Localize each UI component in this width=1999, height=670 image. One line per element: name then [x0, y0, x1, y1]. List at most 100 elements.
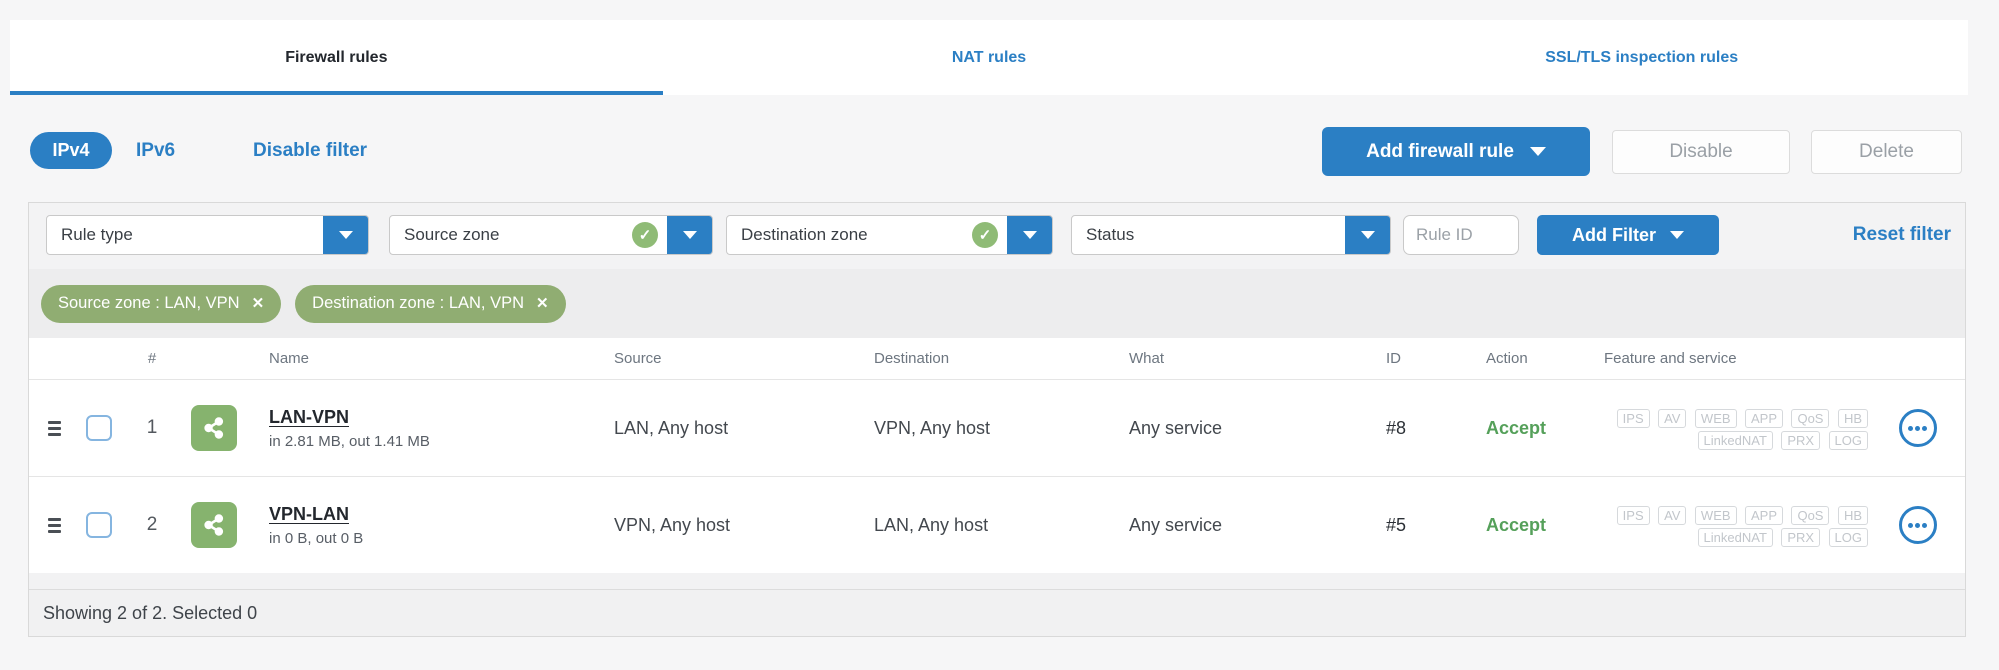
feature-badge: QoS	[1791, 409, 1830, 428]
destination-zone-dropdown[interactable]: Destination zone ✓	[726, 215, 1053, 255]
rule-id: #8	[1386, 417, 1407, 438]
dropdown-toggle-button[interactable]	[667, 216, 712, 254]
table-header-row: # Name Source Destination What ID Action…	[29, 338, 1965, 379]
share-icon	[204, 514, 224, 536]
feature-badges: IPS AV WEB APP QoS HB LinkedNAT PRX LOG	[1564, 503, 1870, 547]
rule-action: Accept	[1486, 417, 1547, 438]
active-filter-chips: Source zone : LAN, VPN ✕ Destination zon…	[29, 269, 1965, 338]
source-zone-dropdown[interactable]: Source zone ✓	[389, 215, 713, 255]
table-footer-spacer	[29, 573, 1965, 589]
rule-source: VPN, Any host	[614, 514, 731, 535]
row-number: 2	[146, 514, 158, 535]
feature-badge: APP	[1745, 409, 1784, 428]
firewall-rules-table: # Name Source Destination What ID Action…	[29, 338, 1965, 573]
dropdown-toggle-button[interactable]	[1345, 216, 1390, 254]
ipv6-toggle[interactable]: IPv6	[136, 132, 175, 169]
rule-id-input[interactable]	[1403, 215, 1519, 255]
header-name: Name	[269, 350, 310, 367]
header-feature-and-service: Feature and service	[1604, 350, 1737, 367]
rule-type-dropdown[interactable]: Rule type	[46, 215, 369, 255]
tab-nat-rules[interactable]: NAT rules	[663, 20, 1316, 95]
header-destination: Destination	[874, 350, 950, 367]
chevron-down-icon	[1023, 231, 1037, 239]
rule-name-link[interactable]: VPN-LAN	[269, 504, 349, 525]
feature-badge: WEB	[1694, 506, 1737, 525]
add-firewall-rule-label: Add firewall rule	[1366, 140, 1514, 162]
chevron-down-icon	[1361, 231, 1375, 239]
network-rule-icon	[191, 405, 237, 451]
row-menu-ellipsis-icon[interactable]	[1898, 409, 1937, 447]
feature-badges: IPS AV WEB APP QoS HB LinkedNAT PRX LOG	[1564, 406, 1870, 450]
tab-label: Firewall rules	[285, 48, 388, 66]
drag-handle-icon[interactable]	[48, 420, 61, 436]
rule-what: Any service	[1129, 514, 1223, 535]
network-rule-icon	[191, 502, 237, 548]
filter-applied-check-icon: ✓	[632, 222, 658, 248]
header-action: Action	[1486, 350, 1528, 367]
feature-badge: HB	[1837, 409, 1868, 428]
row-checkbox[interactable]	[86, 415, 112, 441]
rule-destination: VPN, Any host	[874, 417, 991, 438]
chip-label: Destination zone : LAN, VPN	[312, 294, 525, 312]
rule-type-tabbar: Firewall rules NAT rules SSL/TLS inspect…	[10, 20, 1968, 95]
add-firewall-rule-button[interactable]: Add firewall rule	[1322, 127, 1590, 176]
feature-badge: LinkedNAT	[1697, 431, 1773, 450]
feature-badge: LOG	[1828, 528, 1868, 547]
disable-button[interactable]: Disable	[1612, 130, 1790, 174]
dropdown-label: Rule type	[61, 225, 133, 244]
chevron-down-icon	[339, 231, 353, 239]
tab-ssl-tls-inspection-rules[interactable]: SSL/TLS inspection rules	[1315, 20, 1968, 95]
rule-traffic-stats: in 0 B, out 0 B	[269, 529, 364, 547]
rule-destination: LAN, Any host	[874, 514, 989, 535]
feature-badge: PRX	[1781, 528, 1821, 547]
feature-badge: LinkedNAT	[1697, 528, 1773, 547]
remove-filter-icon[interactable]: ✕	[252, 296, 265, 311]
rule-what: Any service	[1129, 417, 1223, 438]
feature-badge: PRX	[1781, 431, 1821, 450]
filter-bar: Rule type Source zone ✓ Destination zone…	[29, 203, 1965, 269]
table-summary: Showing 2 of 2. Selected 0	[29, 589, 1965, 636]
remove-filter-icon[interactable]: ✕	[536, 296, 549, 311]
reset-filter-link[interactable]: Reset filter	[1853, 215, 1951, 255]
feature-badge: AV	[1658, 506, 1687, 525]
feature-badge: IPS	[1616, 506, 1650, 525]
drag-handle-icon[interactable]	[48, 517, 61, 533]
status-dropdown[interactable]: Status	[1071, 215, 1391, 255]
filter-chip-source-zone: Source zone : LAN, VPN ✕	[41, 284, 282, 323]
ipv4-toggle[interactable]: IPv4	[30, 132, 112, 169]
header-source: Source	[614, 350, 662, 367]
delete-button[interactable]: Delete	[1811, 130, 1962, 174]
share-icon	[204, 417, 224, 439]
chevron-down-icon	[1529, 147, 1546, 156]
header-what: What	[1129, 350, 1165, 367]
dropdown-toggle-button[interactable]	[1007, 216, 1052, 254]
tab-label: SSL/TLS inspection rules	[1545, 48, 1739, 66]
table-row: 2 VPN-LAN in 0 B, out 0 B VPN, Any host …	[29, 476, 1965, 573]
row-number: 1	[146, 417, 158, 438]
filter-applied-check-icon: ✓	[972, 222, 998, 248]
header-id: ID	[1386, 350, 1401, 367]
feature-badge: LOG	[1828, 431, 1868, 450]
active-tab-underline	[10, 91, 663, 95]
dropdown-toggle-button[interactable]	[323, 216, 368, 254]
tab-label: NAT rules	[951, 48, 1027, 66]
rule-action: Accept	[1486, 514, 1547, 535]
feature-badge: IPS	[1616, 409, 1650, 428]
add-filter-button[interactable]: Add Filter	[1537, 215, 1719, 255]
dropdown-label: Status	[1086, 225, 1135, 244]
filter-chip-destination-zone: Destination zone : LAN, VPN ✕	[295, 284, 566, 323]
dropdown-label: Destination zone	[741, 225, 868, 244]
feature-badge: HB	[1837, 506, 1868, 525]
rule-name-link[interactable]: LAN-VPN	[269, 407, 349, 428]
chevron-down-icon	[683, 231, 697, 239]
rule-traffic-stats: in 2.81 MB, out 1.41 MB	[269, 432, 430, 450]
row-checkbox[interactable]	[86, 512, 112, 538]
feature-badge: WEB	[1694, 409, 1737, 428]
add-filter-label: Add Filter	[1572, 224, 1656, 245]
tab-firewall-rules[interactable]: Firewall rules	[10, 20, 663, 95]
rule-id: #5	[1386, 514, 1407, 535]
row-menu-ellipsis-icon[interactable]	[1898, 506, 1937, 544]
chip-label: Source zone : LAN, VPN	[58, 294, 240, 312]
firewall-rules-panel: Rule type Source zone ✓ Destination zone…	[28, 202, 1966, 637]
disable-filter-link[interactable]: Disable filter	[253, 132, 367, 169]
